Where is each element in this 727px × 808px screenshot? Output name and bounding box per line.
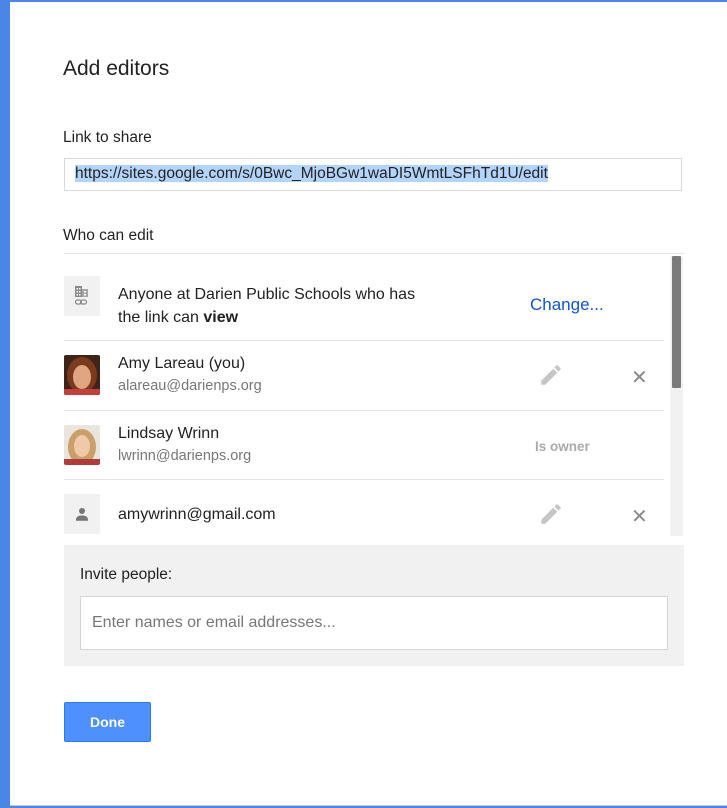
pencil-icon[interactable] [538,362,564,388]
add-editors-dialog: Add editors Link to share https://sites.… [10,8,727,806]
invite-people-input[interactable] [80,596,668,650]
done-button[interactable]: Done [64,702,151,742]
dialog-title: Add editors [63,57,170,80]
editor-name: Lindsay Wrinn [118,425,220,442]
close-icon[interactable]: ✕ [631,365,648,390]
link-access-description: Anyone at Darien Public Schools who has … [118,283,415,329]
pencil-icon[interactable] [538,501,564,527]
domain-link-icon [64,276,100,316]
editors-list-scrollbar[interactable] [670,256,683,536]
link-access-line2: the link can view [118,306,415,329]
link-to-share-label: Link to share [63,129,152,146]
link-access-level: view [203,309,239,326]
change-access-link[interactable]: Change... [530,295,604,315]
link-access-line1: Anyone at Darien Public Schools who has [118,286,416,303]
link-access-prefix: the link can [118,309,204,326]
avatar [64,425,100,465]
window-top-edge [10,0,727,8]
scrollbar-thumb[interactable] [672,256,681,388]
who-can-edit-label: Who can edit [63,227,154,244]
editor-row: amywrinn@gmail.com ✕ [64,480,664,537]
editors-list[interactable]: Anyone at Darien Public Schools who has … [64,253,684,537]
owner-badge: Is owner [535,439,590,454]
share-link-url[interactable]: https://sites.google.com/s/0Bwc_MjoBGw1w… [75,165,548,182]
editor-email: lwrinn@darienps.org [118,448,252,464]
editor-name: amywrinn@gmail.com [118,506,276,523]
link-access-row: Anyone at Darien Public Schools who has … [64,254,664,341]
editor-name: Amy Lareau (you) [118,355,246,372]
invite-people-label: Invite people: [80,566,173,583]
close-icon[interactable]: ✕ [631,504,648,529]
avatar [64,355,100,395]
invite-people-panel: Invite people: [64,545,684,666]
share-link-field[interactable]: https://sites.google.com/s/0Bwc_MjoBGw1w… [64,158,682,191]
editor-email: alareau@darienps.org [118,378,262,394]
editor-row: Amy Lareau (you) alareau@darienps.org ✕ [64,341,664,411]
person-icon [64,494,100,534]
editor-row: Lindsay Wrinn lwrinn@darienps.org Is own… [64,411,664,480]
